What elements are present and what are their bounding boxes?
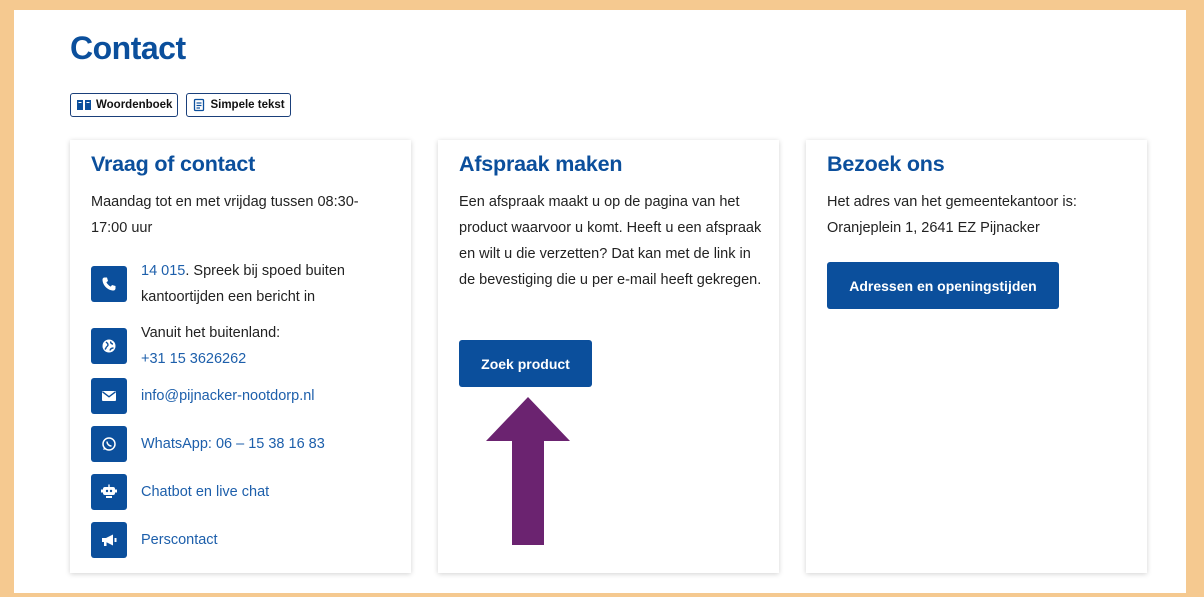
contact-card-title: Vraag of contact [91, 152, 256, 176]
abroad-row: Vanuit het buitenland: +31 15 3626262 [91, 320, 280, 372]
globe-icon [91, 328, 127, 364]
appointment-card: Afspraak maken Een afspraak maakt u op d… [438, 140, 779, 573]
visit-card-title: Bezoek ons [827, 152, 945, 176]
addresses-hours-button[interactable]: Adressen en openingstijden [827, 262, 1059, 309]
contact-card: Vraag of contact Maandag tot en met vrij… [70, 140, 411, 573]
book-icon [76, 99, 92, 111]
opening-hours: Maandag tot en met vrijdag tussen 08:30-… [91, 194, 359, 236]
megaphone-icon [91, 522, 127, 558]
page-frame: Contact Woordenboek Simpele tekst Vraag … [14, 10, 1186, 593]
whatsapp-row: WhatsApp: 06 – 15 38 16 83 [91, 426, 325, 462]
reading-tools: Woordenboek Simpele tekst [70, 93, 291, 117]
phone-link[interactable]: 14 015 [141, 263, 185, 279]
chatbot-link[interactable]: Chatbot en live chat [141, 479, 269, 505]
dictionary-button[interactable]: Woordenboek [70, 93, 179, 117]
annotation-arrow-up [486, 397, 570, 545]
whatsapp-link[interactable]: WhatsApp: 06 – 15 38 16 83 [141, 431, 325, 457]
whatsapp-icon [91, 426, 127, 462]
simple-text-button[interactable]: Simpele tekst [186, 93, 291, 117]
abroad-label: Vanuit het buitenland: [141, 325, 281, 341]
appointment-card-title: Afspraak maken [459, 152, 623, 176]
visit-address: Het adres van het gemeentekantoor is: Or… [827, 194, 1077, 236]
press-contact-link[interactable]: Perscontact [141, 527, 218, 553]
document-icon [192, 98, 206, 112]
phone-row: 14 015. Spreek bij spoed buiten kantoort… [91, 258, 361, 310]
page-title: Contact [70, 30, 186, 66]
chatbot-row: Chatbot en live chat [91, 474, 269, 510]
chatbot-icon [91, 474, 127, 510]
dictionary-label: Woordenboek [96, 99, 173, 111]
email-link[interactable]: info@pijnacker-nootdorp.nl [141, 383, 315, 409]
abroad-phone-link[interactable]: +31 15 3626262 [141, 351, 246, 367]
press-row: Perscontact [91, 522, 218, 558]
mail-icon [91, 378, 127, 414]
find-product-button[interactable]: Zoek product [459, 340, 592, 387]
appointment-text: Een afspraak maakt u op de pagina van he… [459, 194, 762, 288]
email-row: info@pijnacker-nootdorp.nl [91, 378, 315, 414]
phone-icon [91, 266, 127, 302]
simple-text-label: Simpele tekst [210, 99, 285, 111]
visit-card: Bezoek ons Het adres van het gemeentekan… [806, 140, 1147, 573]
